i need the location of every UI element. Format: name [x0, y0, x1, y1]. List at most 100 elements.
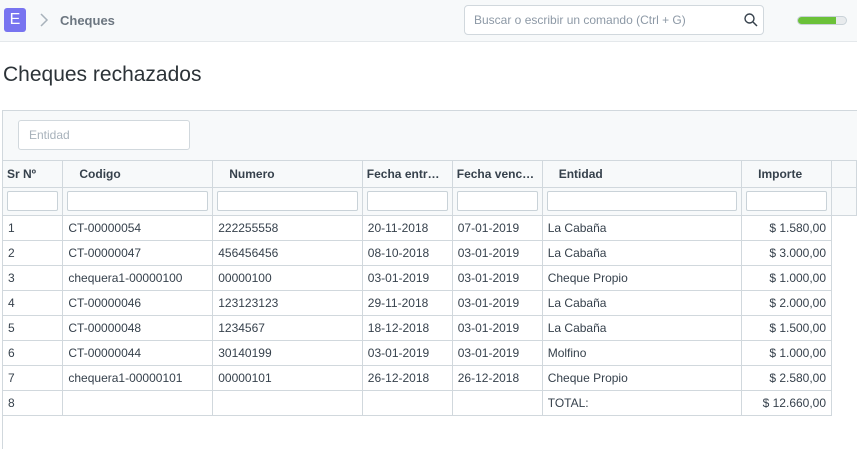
cell-numero[interactable]: 30140199: [212, 340, 363, 366]
cell-importe[interactable]: $ 1.580,00: [741, 215, 833, 241]
cell-fecha-vencimiento[interactable]: 26-12-2018: [452, 365, 543, 391]
cell-fecha-entrada[interactable]: 08-10-2018: [362, 240, 453, 266]
cell-codigo[interactable]: chequera1-00000100: [62, 265, 214, 291]
chevron-right-icon: [40, 13, 49, 27]
progress-bar: [797, 16, 847, 25]
cell-entidad[interactable]: La Cabaña: [542, 215, 743, 241]
cell-fecha-entrada[interactable]: 18-12-2018: [362, 315, 453, 341]
cell-fecha-vencimiento[interactable]: [452, 390, 543, 416]
cell-codigo[interactable]: chequera1-00000101: [62, 365, 214, 391]
table-row[interactable]: 1 CT-00000054 222255558 20-11-2018 07-01-201…: [3, 215, 857, 241]
cell-codigo[interactable]: CT-00000044: [62, 340, 214, 366]
cell-fecha-vencimiento[interactable]: 03-01-2019: [452, 315, 543, 341]
progress-fill: [798, 17, 837, 24]
cell-numero[interactable]: [212, 390, 363, 416]
filter-bar: [3, 111, 857, 161]
table-row[interactable]: 6 CT-00000044 30140199 03-01-2019 03-01-2019…: [3, 340, 857, 366]
filter-cell: [741, 187, 833, 216]
cell-importe[interactable]: $ 1.000,00: [741, 265, 833, 291]
navbar: E Cheques: [0, 0, 857, 42]
app-logo[interactable]: E: [4, 8, 26, 32]
cell-importe[interactable]: $ 12.660,00: [741, 390, 833, 416]
cell-importe[interactable]: $ 3.000,00: [741, 240, 833, 266]
cell-fecha-entrada[interactable]: 26-12-2018: [362, 365, 453, 391]
table-row[interactable]: 4 CT-00000046 123123123 29-11-2018 03-01-201…: [3, 290, 857, 316]
column-filter-numero[interactable]: [217, 191, 358, 211]
cell-importe[interactable]: $ 1.500,00: [741, 315, 833, 341]
cell-fecha-vencimiento[interactable]: 03-01-2019: [452, 240, 543, 266]
column-header-numero[interactable]: Numero: [212, 161, 363, 188]
cell-fecha-vencimiento[interactable]: 03-01-2019: [452, 340, 543, 366]
table-row[interactable]: 5 CT-00000048 1234567 18-12-2018 03-01-2019 L…: [3, 315, 857, 341]
table-row[interactable]: 8 TOTAL: $ 12.660,00: [3, 390, 857, 416]
report-table: Sr Nº Codigo Numero Fecha entr… Fecha ve…: [3, 161, 857, 416]
cell-numero[interactable]: 1234567: [212, 315, 363, 341]
cell-fecha-entrada[interactable]: 03-01-2019: [362, 265, 453, 291]
cell-importe[interactable]: $ 2.580,00: [741, 365, 833, 391]
cell-numero[interactable]: 00000101: [212, 365, 363, 391]
cell-sr[interactable]: 4: [3, 290, 64, 316]
cell-fecha-entrada[interactable]: 03-01-2019: [362, 340, 453, 366]
filter-cell: [542, 187, 743, 216]
column-header-empty: [831, 161, 857, 188]
cell-numero[interactable]: 00000100: [212, 265, 363, 291]
cell-fecha-entrada[interactable]: 20-11-2018: [362, 215, 453, 241]
column-header-codigo[interactable]: Codigo: [62, 161, 214, 188]
column-filter-fecha-entrada[interactable]: [366, 191, 448, 211]
cell-importe[interactable]: $ 1.000,00: [741, 340, 833, 366]
cell-sr[interactable]: 1: [3, 215, 64, 241]
cell-fecha-entrada[interactable]: [362, 390, 453, 416]
page-title: Cheques rechazados: [3, 63, 202, 86]
table-body: 1 CT-00000054 222255558 20-11-2018 07-01-201…: [3, 215, 857, 416]
entidad-filter-input[interactable]: [18, 120, 190, 150]
cell-entidad[interactable]: TOTAL:: [542, 390, 743, 416]
cell-sr[interactable]: 2: [3, 240, 64, 266]
cell-importe[interactable]: $ 2.000,00: [741, 290, 833, 316]
cell-codigo[interactable]: CT-00000046: [62, 290, 214, 316]
breadcrumb[interactable]: Cheques: [60, 13, 115, 28]
column-header-entidad[interactable]: Entidad: [542, 161, 743, 188]
cell-codigo[interactable]: CT-00000048: [62, 315, 214, 341]
cell-sr[interactable]: 7: [3, 365, 64, 391]
cell-sr[interactable]: 5: [3, 315, 64, 341]
column-filter-entidad[interactable]: [546, 191, 738, 211]
cell-entidad[interactable]: Cheque Propio: [542, 265, 743, 291]
cell-numero[interactable]: 222255558: [212, 215, 363, 241]
search-input[interactable]: [474, 11, 734, 29]
cell-sr[interactable]: 8: [3, 390, 64, 416]
column-header-fecha-vencimiento[interactable]: Fecha venc…: [452, 161, 543, 188]
filter-cell: [452, 187, 543, 216]
cell-codigo[interactable]: CT-00000054: [62, 215, 214, 241]
column-filter-importe[interactable]: [746, 191, 828, 211]
cell-entidad[interactable]: Molfino: [542, 340, 743, 366]
cell-entidad[interactable]: La Cabaña: [542, 240, 743, 266]
cell-codigo[interactable]: [62, 390, 214, 416]
cell-entidad[interactable]: La Cabaña: [542, 315, 743, 341]
report-view: Sr Nº Codigo Numero Fecha entr… Fecha ve…: [2, 110, 857, 449]
table-row[interactable]: 3 chequera1-00000100 00000100 03-01-2019 03-…: [3, 265, 857, 291]
cell-sr[interactable]: 3: [3, 265, 64, 291]
cell-fecha-vencimiento[interactable]: 07-01-2019: [452, 215, 543, 241]
filter-cell: [3, 187, 64, 216]
cell-entidad[interactable]: La Cabaña: [542, 290, 743, 316]
column-filter-fecha-vencimiento[interactable]: [456, 191, 538, 211]
table-row[interactable]: 2 CT-00000047 456456456 08-10-2018 03-01-201…: [3, 240, 857, 266]
column-filter-sr[interactable]: [7, 191, 59, 211]
column-header-sr[interactable]: Sr Nº: [3, 161, 64, 188]
cell-fecha-vencimiento[interactable]: 03-01-2019: [452, 265, 543, 291]
cell-fecha-entrada[interactable]: 29-11-2018: [362, 290, 453, 316]
filter-cell: [212, 187, 363, 216]
column-filter-codigo[interactable]: [67, 191, 209, 211]
cell-fecha-vencimiento[interactable]: 03-01-2019: [452, 290, 543, 316]
cell-numero[interactable]: 123123123: [212, 290, 363, 316]
column-filter-row: [3, 187, 857, 216]
table-row[interactable]: 7 chequera1-00000101 00000101 26-12-2018 26-…: [3, 365, 857, 391]
column-header-importe[interactable]: Importe: [741, 161, 833, 188]
column-header-fecha-entrada[interactable]: Fecha entr…: [362, 161, 453, 188]
cell-entidad[interactable]: Cheque Propio: [542, 365, 743, 391]
cell-numero[interactable]: 456456456: [212, 240, 363, 266]
filter-cell: [62, 187, 214, 216]
cell-codigo[interactable]: CT-00000047: [62, 240, 214, 266]
search-icon[interactable]: [743, 12, 759, 28]
cell-sr[interactable]: 6: [3, 340, 64, 366]
